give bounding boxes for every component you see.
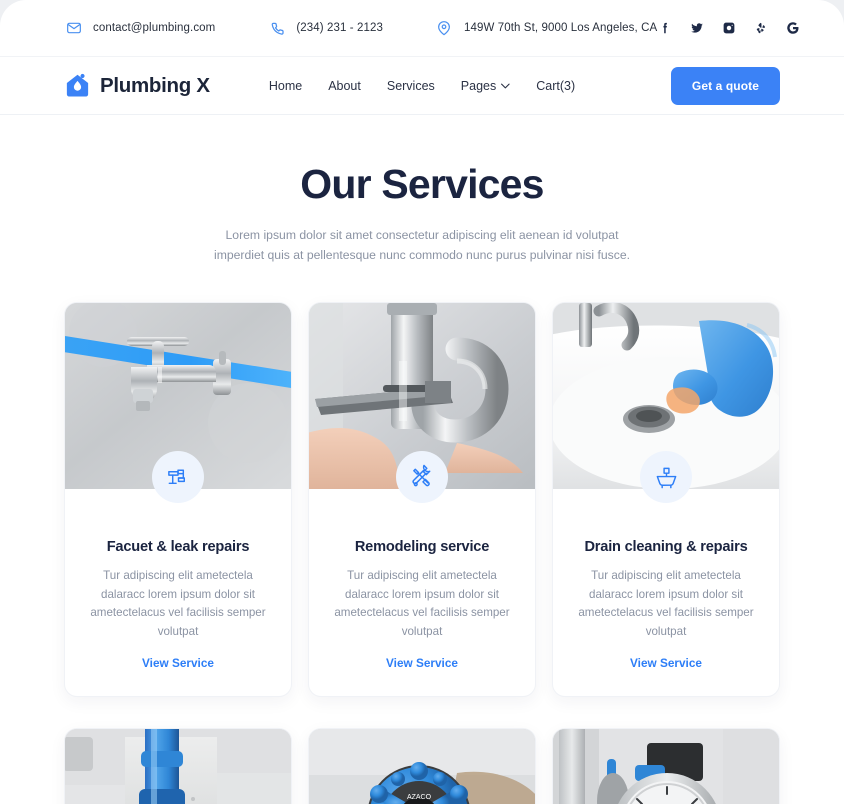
nav-item-pages-label: Pages — [460, 78, 497, 93]
instagram-icon[interactable] — [721, 21, 736, 36]
service-card-body: Remodeling service Tur adipiscing elit a… — [309, 489, 535, 696]
service-card-row2-3[interactable]: MPa — [552, 728, 780, 804]
service-card-body: Drain cleaning & repairs Tur adipiscing … — [553, 489, 779, 696]
section-subtitle: Lorem ipsum dolor sit amet consectetur a… — [214, 228, 630, 262]
facebook-icon[interactable] — [657, 21, 672, 36]
location-pin-icon — [435, 19, 454, 38]
service-card-title: Remodeling service — [354, 539, 490, 555]
nav-item-services-label: Services — [386, 78, 435, 93]
services-grid-row-1: Facuet & leak repairs Tur adipiscing eli… — [0, 265, 844, 697]
top-utility-bar: contact@plumbing.com (234) 231 - 2123 14… — [0, 0, 844, 57]
services-grid-row-2: AZACO — [0, 697, 844, 804]
nav-links: Home About Services Pages Cart(3) — [269, 79, 575, 93]
wrench-screwdriver-icon-badge — [396, 451, 448, 503]
contact-phone-text: (234) 231 - 2123 — [296, 22, 383, 34]
wrench-screwdriver-icon — [411, 464, 430, 486]
nav-item-home[interactable]: Home — [269, 79, 302, 93]
page-container: contact@plumbing.com (234) 231 - 2123 14… — [0, 0, 844, 804]
service-card-title: Facuet & leak repairs — [106, 539, 250, 555]
phone-icon — [267, 19, 286, 38]
service-card-image-valve-wheel: AZACO — [309, 729, 535, 804]
nav-item-cart-label: Cart(3) — [536, 78, 576, 93]
social-links — [657, 21, 800, 36]
service-card-body: Facuet & leak repairs Tur adipiscing eli… — [65, 489, 291, 696]
faucet-icon-badge — [152, 451, 204, 503]
service-card-description: Tur adipiscing elit ametectela dalaracc … — [334, 569, 510, 638]
section-header: Our Services Lorem ipsum dolor sit amet … — [0, 114, 844, 265]
contact-address-text: 149W 70th St, 9000 Los Angeles, CA — [463, 22, 658, 34]
contact-email-text: contact@plumbing.com — [93, 22, 216, 34]
faucet-icon — [167, 469, 185, 484]
service-card-image-pressure-gauge: MPa — [553, 729, 779, 804]
contact-address[interactable]: 149W 70th St, 9000 Los Angeles, CA — [435, 19, 657, 38]
google-icon[interactable] — [785, 21, 800, 36]
twitter-icon[interactable] — [689, 21, 704, 36]
view-service-link[interactable]: View Service — [386, 656, 458, 670]
contact-email[interactable]: contact@plumbing.com — [64, 19, 215, 38]
nav-item-about-label: About — [328, 78, 361, 93]
mail-icon — [64, 19, 83, 38]
service-card-row2-1[interactable] — [64, 728, 292, 804]
service-card-remodeling-service[interactable]: Remodeling service Tur adipiscing elit a… — [308, 302, 536, 697]
nav-item-home-label: Home — [268, 78, 303, 93]
nav-item-services[interactable]: Services — [387, 79, 435, 93]
view-service-link[interactable]: View Service — [630, 656, 702, 670]
service-card-row2-2[interactable]: AZACO — [308, 728, 536, 804]
view-service-link[interactable]: View Service — [142, 656, 214, 670]
contact-phone[interactable]: (234) 231 - 2123 — [267, 19, 383, 38]
main-navbar: Plumbing X Home About Services Pages Car… — [0, 57, 844, 114]
page-title: Our Services — [300, 161, 544, 207]
plumbing-house-droplet-logo-icon — [66, 73, 89, 97]
brand-name: Plumbing X — [100, 73, 210, 97]
nav-item-cart[interactable]: Cart(3) — [536, 79, 575, 93]
service-card-faucet-leak-repairs[interactable]: Facuet & leak repairs Tur adipiscing eli… — [64, 302, 292, 697]
service-card-description: Tur adipiscing elit ametectela dalaracc … — [90, 569, 266, 638]
service-card-title: Drain cleaning & repairs — [584, 539, 748, 555]
get-a-quote-button[interactable]: Get a quote — [670, 66, 780, 105]
nav-item-about[interactable]: About — [328, 79, 361, 93]
brand-logo[interactable]: Plumbing X — [64, 72, 210, 99]
sink-basin-icon — [656, 467, 676, 488]
yelp-icon[interactable] — [753, 21, 768, 36]
chevron-down-icon — [501, 83, 511, 88]
sink-basin-icon-badge — [640, 451, 692, 503]
service-card-drain-cleaning-repairs[interactable]: Drain cleaning & repairs Tur adipiscing … — [552, 302, 780, 697]
svg-text:AZACO: AZACO — [407, 794, 432, 801]
service-card-description: Tur adipiscing elit ametectela dalaracc … — [578, 569, 754, 638]
nav-item-pages[interactable]: Pages — [460, 78, 511, 93]
service-card-image-pvc-pipe — [65, 729, 291, 804]
